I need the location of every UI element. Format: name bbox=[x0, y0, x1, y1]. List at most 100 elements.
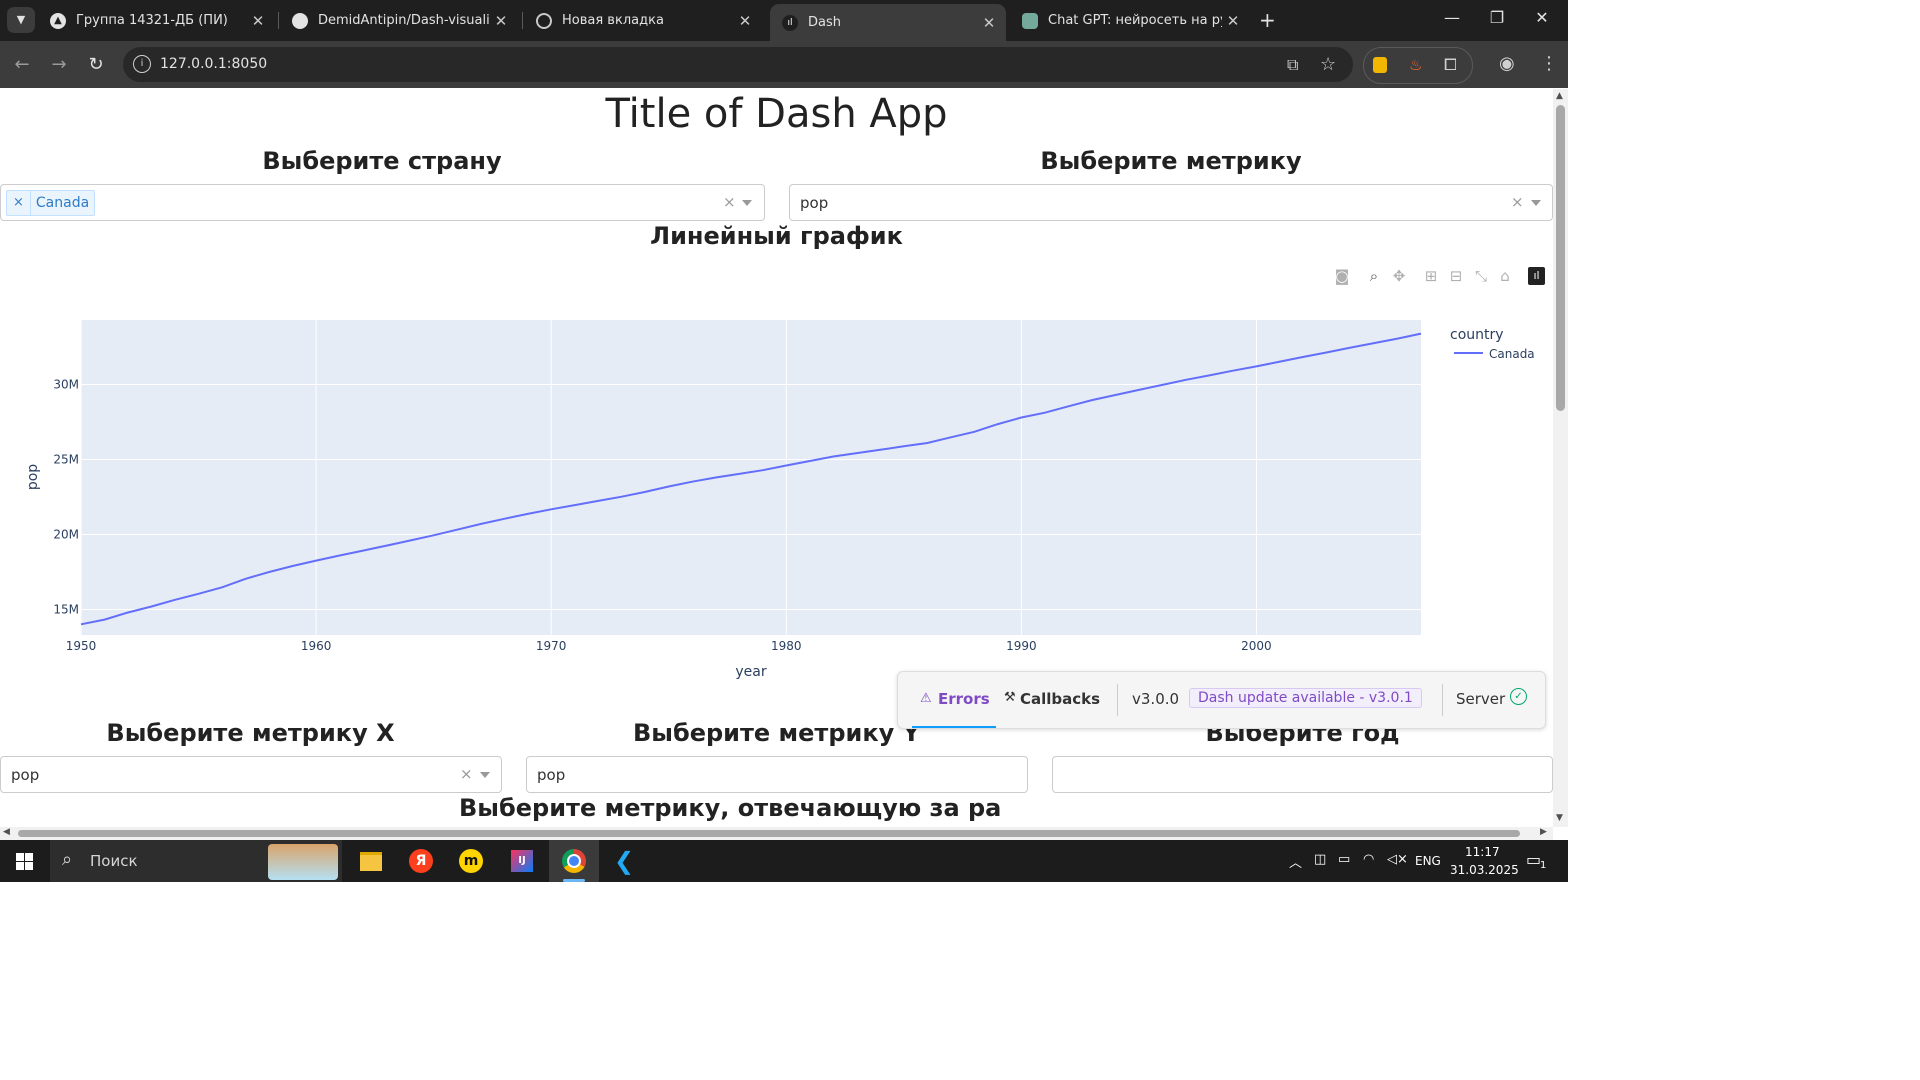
zoom-out-icon[interactable]: ⊟ bbox=[1446, 267, 1466, 285]
tab-title: Chat GPT: нейросеть на русско bbox=[1048, 13, 1222, 28]
metric-x-dropdown[interactable]: pop × bbox=[0, 756, 502, 793]
vertical-scrollbar[interactable]: ▲ ▼ bbox=[1553, 89, 1568, 827]
menu-kebab-icon[interactable]: ⋮ bbox=[1540, 53, 1558, 74]
plotly-logo-icon[interactable]: ıl bbox=[1528, 267, 1545, 285]
taskbar-search-box[interactable]: ⌕ Поиск bbox=[50, 840, 342, 882]
address-bar[interactable]: i 127.0.0.1:8050 bbox=[123, 47, 1353, 82]
yandex-market-icon[interactable]: m bbox=[455, 845, 487, 877]
country-dropdown[interactable]: × Canada × bbox=[0, 184, 765, 221]
search-icon: ⌕ bbox=[62, 849, 73, 870]
autoscale-icon[interactable]: ⤡ bbox=[1471, 267, 1491, 285]
metric-y-dropdown[interactable]: pop bbox=[526, 756, 1028, 793]
file-explorer-icon[interactable] bbox=[355, 845, 387, 877]
close-tab-icon[interactable]: ✕ bbox=[978, 14, 1000, 32]
x-tick-label: 1990 bbox=[1006, 639, 1037, 653]
remove-chip-icon[interactable]: × bbox=[7, 191, 31, 215]
country-label: Выберите страну bbox=[262, 147, 502, 175]
tab-search-button[interactable]: ▼ bbox=[7, 7, 35, 33]
reload-icon[interactable]: ↻ bbox=[84, 54, 108, 75]
vertical-scroll-thumb[interactable] bbox=[1556, 105, 1565, 411]
vscode-icon[interactable]: ❮ bbox=[608, 845, 640, 877]
windows-taskbar: ⌕ Поиск Я m IJ ❮ ︿ ◫ ▭ ◠ ◁× ENG 11:17 31… bbox=[0, 840, 1568, 882]
camera-icon[interactable]: ◙ bbox=[1332, 267, 1352, 285]
clock-time[interactable]: 11:17 bbox=[1465, 845, 1500, 859]
close-tab-icon[interactable]: ✕ bbox=[734, 12, 756, 30]
forward-icon[interactable]: → bbox=[47, 54, 71, 75]
volume-muted-icon[interactable]: ◁× bbox=[1387, 852, 1408, 867]
notifications-icon[interactable]: ▭ bbox=[1526, 850, 1541, 869]
y-axis-title: pop bbox=[25, 464, 41, 490]
scroll-right-icon[interactable]: ▶ bbox=[1540, 827, 1547, 837]
translate-icon[interactable]: ⧉ bbox=[1287, 55, 1298, 75]
extension-flame-icon[interactable]: ♨ bbox=[1409, 56, 1422, 74]
legend-title: country bbox=[1450, 327, 1504, 343]
errors-tab[interactable]: ⚠ Errors bbox=[912, 672, 996, 728]
year-slider-container[interactable] bbox=[1052, 756, 1553, 793]
wifi-icon[interactable]: ◠ bbox=[1363, 852, 1374, 867]
chatgpt-icon bbox=[1022, 12, 1038, 29]
page-title: Title of Dash App bbox=[605, 91, 948, 137]
divider bbox=[1442, 684, 1443, 716]
search-highlight-illustration-icon bbox=[268, 844, 338, 880]
browser-tab-bar: ▼ ▲ Группа 14321-ДБ (ПИ) ✕ DemidAntipin/… bbox=[0, 0, 1568, 41]
clear-icon[interactable]: × bbox=[1511, 193, 1524, 211]
yandex-browser-icon[interactable]: Я bbox=[405, 845, 437, 877]
notification-count-badge: 1 bbox=[1540, 860, 1547, 871]
chevron-down-icon[interactable] bbox=[742, 200, 752, 206]
windows-start-icon[interactable] bbox=[16, 853, 33, 870]
input-language[interactable]: ENG bbox=[1415, 854, 1441, 868]
site-info-icon[interactable]: i bbox=[133, 55, 151, 73]
x-tick-label: 1970 bbox=[536, 639, 567, 653]
tab-title: Новая вкладка bbox=[562, 13, 664, 28]
legend: country Canada bbox=[1450, 327, 1535, 361]
browser-toolbar: ← → ↻ i 127.0.0.1:8050 ⧉ ☆ ♨ ⧠ ◉ ⋮ bbox=[0, 41, 1568, 88]
close-tab-icon[interactable]: ✕ bbox=[490, 12, 512, 30]
callbacks-icon: ⚒ bbox=[1004, 690, 1016, 705]
horizontal-scrollbar[interactable]: ◀ ▶ bbox=[0, 827, 1553, 840]
browser-tab[interactable]: ▲ Группа 14321-ДБ (ПИ) ✕ bbox=[38, 6, 275, 35]
clear-icon[interactable]: × bbox=[723, 193, 736, 211]
minimize-icon[interactable]: — bbox=[1437, 8, 1467, 27]
x-tick-label: 1980 bbox=[771, 639, 802, 653]
restore-icon[interactable]: ❐ bbox=[1482, 8, 1512, 27]
battery-icon[interactable]: ▭ bbox=[1338, 852, 1350, 867]
warning-icon: ⚠ bbox=[920, 691, 932, 706]
browser-tab[interactable]: DemidAntipin/Dash-visualisatio ✕ bbox=[280, 6, 518, 35]
zoom-icon[interactable]: ⌕ bbox=[1364, 267, 1384, 285]
close-tab-icon[interactable]: ✕ bbox=[247, 12, 269, 30]
pan-icon[interactable]: ✥ bbox=[1389, 267, 1409, 285]
bookmark-star-icon[interactable]: ☆ bbox=[1320, 54, 1336, 75]
close-tab-icon[interactable]: ✕ bbox=[1222, 12, 1244, 30]
extensions-puzzle-icon[interactable]: ⧠ bbox=[1444, 55, 1457, 75]
meet-now-icon[interactable]: ◫ bbox=[1314, 852, 1326, 867]
browser-tab[interactable]: Chat GPT: нейросеть на русско ✕ bbox=[1010, 6, 1250, 35]
x-axis-title: year bbox=[735, 664, 766, 680]
chevron-down-icon[interactable] bbox=[480, 772, 490, 778]
intellij-idea-icon[interactable]: IJ bbox=[506, 845, 538, 877]
legend-item-canada[interactable]: Canada bbox=[1489, 347, 1535, 361]
browser-tab-active[interactable]: ıl Dash ✕ bbox=[770, 4, 1006, 41]
scroll-down-icon[interactable]: ▼ bbox=[1556, 813, 1563, 823]
clock-date[interactable]: 31.03.2025 bbox=[1450, 863, 1519, 877]
scroll-left-icon[interactable]: ◀ bbox=[3, 827, 10, 837]
tray-overflow-icon[interactable]: ︿ bbox=[1289, 852, 1302, 871]
zoom-in-icon[interactable]: ⊞ bbox=[1421, 267, 1441, 285]
back-icon[interactable]: ← bbox=[10, 54, 34, 75]
dash-devtools-bar: ⚠ Errors ⚒ Callbacks v3.0.0 Dash update … bbox=[897, 671, 1546, 729]
reset-axes-home-icon[interactable]: ⌂ bbox=[1495, 267, 1515, 285]
metric-x-label: Выберите метрику X bbox=[106, 719, 395, 747]
chevron-down-icon[interactable] bbox=[1531, 200, 1541, 206]
horizontal-scroll-thumb[interactable] bbox=[18, 830, 1520, 837]
new-tab-icon[interactable]: + bbox=[1259, 8, 1276, 32]
update-available-badge[interactable]: Dash update available - v3.0.1 bbox=[1189, 688, 1422, 708]
browser-tab[interactable]: Новая вкладка ✕ bbox=[524, 6, 762, 35]
extensions-group: ♨ ⧠ bbox=[1363, 47, 1473, 84]
scroll-up-icon[interactable]: ▲ bbox=[1556, 91, 1563, 101]
metric-dropdown[interactable]: pop × bbox=[789, 184, 1553, 221]
clear-icon[interactable]: × bbox=[460, 765, 473, 783]
profile-icon[interactable]: ◉ bbox=[1499, 53, 1515, 74]
extension-yellow-icon[interactable] bbox=[1373, 57, 1387, 73]
close-window-icon[interactable]: ✕ bbox=[1527, 8, 1557, 27]
chrome-icon[interactable] bbox=[558, 845, 590, 877]
callbacks-tab[interactable]: Callbacks bbox=[1020, 690, 1100, 708]
